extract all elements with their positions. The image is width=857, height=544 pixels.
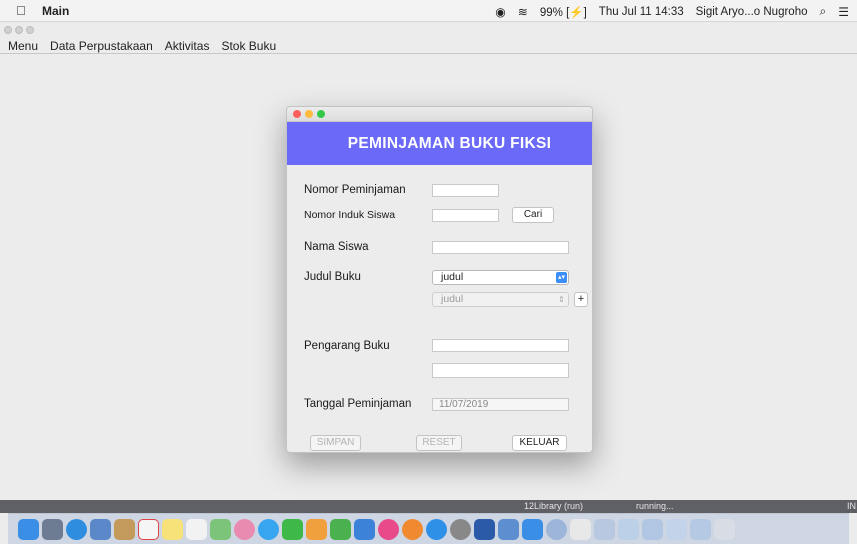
dock — [8, 513, 849, 544]
ide-status-strip: 12Library (run) running... IN — [0, 500, 857, 513]
pengarang-field[interactable] — [432, 339, 569, 352]
notification-center-icon[interactable]: ☰ — [838, 5, 849, 19]
dialog-zoom-button[interactable] — [317, 110, 325, 118]
peminjaman-dialog: PEMINJAMAN BUKU FIKSI Nomor Peminjaman N… — [286, 106, 593, 453]
itunes-icon[interactable] — [378, 518, 399, 540]
finder-icon[interactable] — [18, 518, 39, 540]
keynote-icon[interactable] — [354, 518, 375, 540]
dialog-close-button[interactable] — [293, 110, 301, 118]
ide-project-status[interactable]: 12Library (run) — [524, 501, 583, 511]
select-arrows-icon-2: ⇕ — [558, 295, 565, 304]
judul-buku-value: judul — [441, 271, 464, 283]
tanggal-field[interactable]: 11/07/2019 — [432, 398, 569, 411]
battery-icon: [⚡] — [566, 6, 587, 19]
label-pengarang-buku: Pengarang Buku — [304, 340, 390, 352]
zoom-button[interactable] — [26, 26, 34, 34]
menu-stok-buku[interactable]: Stok Buku — [221, 38, 276, 53]
judul-buku-select[interactable]: judul ▴▾ — [432, 270, 569, 285]
remote-desktop-icon[interactable] — [498, 518, 519, 540]
folder-5-icon[interactable] — [690, 518, 711, 540]
ide-right-label: IN — [847, 501, 856, 511]
user-name[interactable]: Sigit Aryo...o Nugroho — [696, 6, 808, 18]
folder-4-icon[interactable] — [666, 518, 687, 540]
dialog-title: PEMINJAMAN BUKU FIKSI — [347, 134, 552, 152]
status-area: ◉ ≋ 99% [⚡] Thu Jul 11 14:33 Sigit Aryo.… — [495, 4, 849, 19]
menu-menu[interactable]: Menu — [8, 38, 38, 53]
calendar-icon[interactable] — [138, 518, 159, 540]
dialog-header: PEMINJAMAN BUKU FIKSI — [287, 122, 592, 165]
numbers-icon[interactable] — [330, 518, 351, 540]
nama-siswa-field[interactable] — [432, 241, 569, 254]
nomor-peminjaman-field[interactable] — [432, 184, 499, 197]
label-nomor-induk-siswa: Nomor Induk Siswa — [304, 209, 396, 221]
app-name[interactable]: Main — [42, 4, 69, 18]
reset-button[interactable]: RESET — [416, 435, 462, 451]
datetime[interactable]: Thu Jul 11 14:33 — [599, 6, 684, 18]
facetime-icon[interactable] — [282, 518, 303, 540]
select-arrows-icon: ▴▾ — [556, 272, 567, 283]
close-button[interactable] — [4, 26, 12, 34]
battery-text[interactable]: 99% [⚡] — [540, 5, 587, 19]
launchpad-icon[interactable] — [42, 518, 63, 540]
label-tanggal-peminjaman: Tanggal Peminjaman — [304, 398, 412, 410]
label-nomor-peminjaman: Nomor Peminjaman — [304, 184, 406, 196]
finder-2-icon[interactable] — [522, 518, 543, 540]
utility-icon[interactable] — [546, 518, 567, 540]
label-judul-buku: Judul Buku — [304, 271, 361, 283]
system-menubar:  Main ◉ ≋ 99% [⚡] Thu Jul 11 14:33 Sigi… — [0, 0, 857, 22]
judul-buku-value-2: judul — [441, 293, 464, 305]
folder-icon[interactable] — [594, 518, 615, 540]
cari-button[interactable]: Cari — [512, 207, 554, 223]
trash-icon[interactable] — [714, 518, 735, 540]
folder-3-icon[interactable] — [642, 518, 663, 540]
pengarang-field-2[interactable] — [432, 363, 569, 378]
app-menubar: Menu Data Perpustakaan Aktivitas Stok Bu… — [0, 38, 857, 54]
photos-icon[interactable] — [234, 518, 255, 540]
pages-icon[interactable] — [306, 518, 327, 540]
screen-record-icon[interactable]: ◉ — [495, 5, 505, 19]
keluar-button[interactable]: KELUAR — [512, 435, 567, 451]
menu-data-perpustakaan[interactable]: Data Perpustakaan — [50, 38, 153, 53]
simpan-button[interactable]: SIMPAN — [310, 435, 361, 451]
judul-buku-select-2: judul ⇕ — [432, 292, 569, 307]
ide-run-status: running... — [636, 501, 674, 511]
wifi-icon[interactable]: ≋ — [518, 5, 528, 19]
system-preferences-icon[interactable] — [450, 518, 471, 540]
main-window-titlebar — [0, 22, 857, 38]
preview-icon[interactable] — [90, 518, 111, 540]
folder-2-icon[interactable] — [618, 518, 639, 540]
minimize-button[interactable] — [15, 26, 23, 34]
maps-icon[interactable] — [210, 518, 231, 540]
notes-icon[interactable] — [162, 518, 183, 540]
label-nama-siswa: Nama Siswa — [304, 241, 369, 253]
apple-icon[interactable]:  — [16, 3, 26, 18]
app-store-icon[interactable] — [426, 518, 447, 540]
menu-aktivitas[interactable]: Aktivitas — [165, 38, 210, 53]
messages-icon[interactable] — [258, 518, 279, 540]
search-icon[interactable]: ⌕ — [820, 4, 827, 19]
safari-icon[interactable] — [66, 518, 87, 540]
dialog-titlebar[interactable] — [287, 107, 592, 122]
nomor-induk-field[interactable] — [432, 209, 499, 222]
contacts-icon[interactable] — [114, 518, 135, 540]
dialog-minimize-button[interactable] — [305, 110, 313, 118]
java-icon[interactable] — [570, 518, 591, 540]
books-icon[interactable] — [402, 518, 423, 540]
reminders-icon[interactable] — [186, 518, 207, 540]
add-judul-button[interactable]: + — [574, 292, 588, 307]
word-icon[interactable] — [474, 518, 495, 540]
